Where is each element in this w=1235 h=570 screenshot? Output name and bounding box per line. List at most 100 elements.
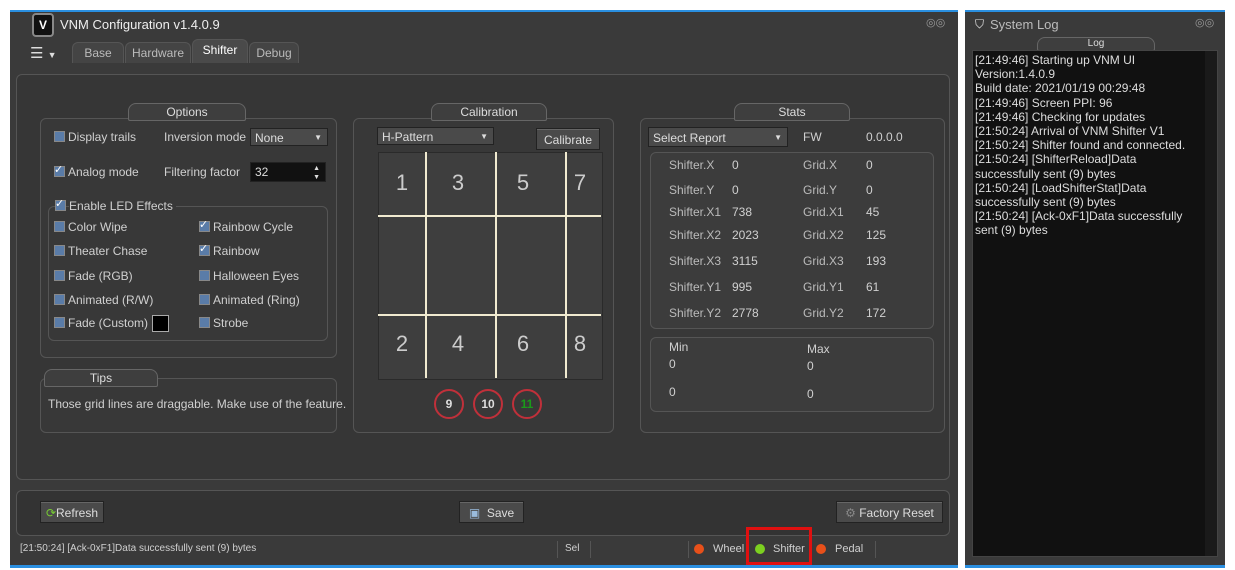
log-line: [21:50:24] [ShifterReload]Data successfu… (975, 152, 1137, 181)
led-effect-checkbox[interactable] (199, 317, 210, 328)
stat-value: 0 (732, 183, 739, 197)
save-button[interactable]: ▣ Save (459, 501, 524, 523)
gear-2: 2 (395, 331, 409, 356)
stat-value: 3115 (732, 254, 758, 268)
log-line: [21:50:24] Shifter found and connected. (975, 138, 1186, 153)
calibration-title: Calibration (431, 103, 547, 121)
led-effect-checkbox[interactable] (199, 242, 210, 256)
custom-color-swatch[interactable] (152, 315, 169, 332)
display-trails-checkbox[interactable] (54, 131, 65, 142)
led-effect-checkbox[interactable] (54, 317, 65, 328)
log-textarea[interactable]: [21:49:46] Starting up VNM UI Version:1.4… (972, 50, 1218, 557)
button-9: 9 (434, 389, 464, 419)
grid-line-y2[interactable] (378, 314, 601, 316)
stat-value: 2023 (732, 228, 759, 242)
analog-mode-checkbox[interactable] (54, 163, 65, 177)
calibrate-button[interactable]: Calibrate (536, 128, 600, 150)
stat-value: 45 (866, 205, 880, 219)
analog-mode-label: Analog mode (68, 165, 139, 179)
options-title: Options (128, 103, 246, 121)
enable-led-checkbox[interactable] (55, 197, 66, 211)
gear-6: 6 (516, 331, 530, 356)
tab-hardware[interactable]: Hardware (125, 42, 191, 63)
grid-line-y1[interactable] (378, 215, 601, 217)
pattern-select[interactable]: H-Pattern ▼ (377, 127, 494, 145)
chevron-down-icon: ▼ (314, 133, 322, 142)
log-lines: [21:49:46] Starting up VNM UI Version:1.4… (973, 51, 1217, 238)
gear-4: 4 (451, 331, 465, 356)
log-header: Log (1037, 37, 1155, 51)
pedal-status-led (816, 544, 826, 554)
stat-label: Shifter.X1 (669, 205, 722, 219)
chevron-down-icon: ▼ (480, 132, 488, 141)
led-effect-checkbox[interactable] (54, 270, 65, 281)
led-effect-label: Halloween Eyes (213, 269, 300, 283)
led-effect-label: Animated (R/W) (68, 293, 154, 307)
stat-value: 172 (866, 306, 887, 320)
max-value-2: 0 (807, 387, 814, 401)
max-label: Max (807, 342, 830, 356)
led-effect-checkbox[interactable] (54, 245, 65, 256)
tips-text: Those grid lines are draggable. Make use… (48, 397, 347, 411)
stat-value: 0 (866, 158, 873, 172)
grid-line-x2[interactable] (495, 152, 497, 378)
stat-label: Shifter.X2 (669, 228, 722, 242)
divider (557, 541, 558, 558)
log-window-icon: ⛉ (975, 17, 985, 31)
led-effect-label: Fade (Custom) (68, 316, 149, 330)
inversion-mode-select[interactable]: None ▼ (250, 128, 328, 146)
led-effect-checkbox[interactable] (199, 294, 210, 305)
log-scrollbar[interactable] (1205, 51, 1217, 556)
stat-value: 2778 (732, 306, 759, 320)
log-line: [21:50:24] Arrival of VNM Shifter V1 (975, 124, 1165, 139)
select-report-dropdown[interactable]: Select Report ▼ (648, 127, 788, 147)
button-10: 10 (473, 389, 503, 419)
stat-label: Shifter.X (669, 158, 715, 172)
led-effect-checkbox[interactable] (54, 221, 65, 232)
filtering-factor-spinbox[interactable]: 32 ▲ ▼ (250, 162, 326, 182)
factory-reset-label: Factory Reset (859, 506, 934, 520)
stat-value: 61 (866, 280, 880, 294)
stat-label: Grid.X2 (803, 228, 844, 242)
wheel-status-led (694, 544, 704, 554)
button-11: 11 (512, 389, 542, 419)
divider (688, 541, 689, 558)
stat-label: Shifter.Y (669, 183, 715, 197)
divider (875, 541, 876, 558)
menu-icon[interactable]: ☰ ▼ (30, 44, 57, 62)
max-value-1: 0 (807, 359, 814, 373)
factory-reset-button[interactable]: ⚙ Factory Reset (836, 501, 943, 523)
pedal-status-label: Pedal (835, 543, 864, 555)
log-line: Version:1.4.0.9 (975, 67, 1056, 82)
stat-label: Shifter.Y2 (669, 306, 722, 320)
tab-shifter[interactable]: Shifter (192, 39, 248, 63)
grid-line-x1[interactable] (425, 152, 427, 378)
log-line: [21:49:46] Checking for updates (975, 109, 1146, 124)
led-effect-checkbox[interactable] (54, 294, 65, 305)
save-label: Save (486, 506, 515, 520)
led-effect-label: Rainbow Cycle (213, 220, 294, 234)
divider (590, 541, 591, 558)
stat-label: Shifter.X3 (669, 254, 722, 268)
min-value-2: 0 (669, 385, 676, 399)
min-value-1: 0 (669, 357, 676, 371)
tab-base[interactable]: Base (72, 42, 124, 63)
led-effect-checkbox[interactable] (199, 218, 210, 232)
pattern-value: H-Pattern (382, 130, 434, 144)
fw-label: FW (803, 130, 822, 144)
window-controls[interactable]: ◎◎ (926, 16, 945, 29)
select-report-value: Select Report (653, 131, 726, 145)
log-line: [21:50:24] [LoadShifterStat]Data success… (975, 180, 1147, 210)
tab-debug[interactable]: Debug (249, 42, 299, 63)
filtering-factor-value: 32 (255, 165, 269, 179)
spin-arrows-icon[interactable]: ▲ ▼ (313, 164, 320, 182)
stat-label: Grid.Y2 (803, 306, 844, 320)
refresh-button[interactable]: ⟳Refresh (40, 501, 104, 523)
led-effect-checkbox[interactable] (199, 270, 210, 281)
tips-title: Tips (44, 369, 158, 387)
log-window-controls[interactable]: ◎◎ (1195, 16, 1214, 29)
highlight-box (746, 527, 812, 565)
stat-label: Grid.Y (803, 183, 838, 197)
inversion-mode-value: None (255, 131, 284, 145)
gear-7: 7 (573, 170, 587, 195)
